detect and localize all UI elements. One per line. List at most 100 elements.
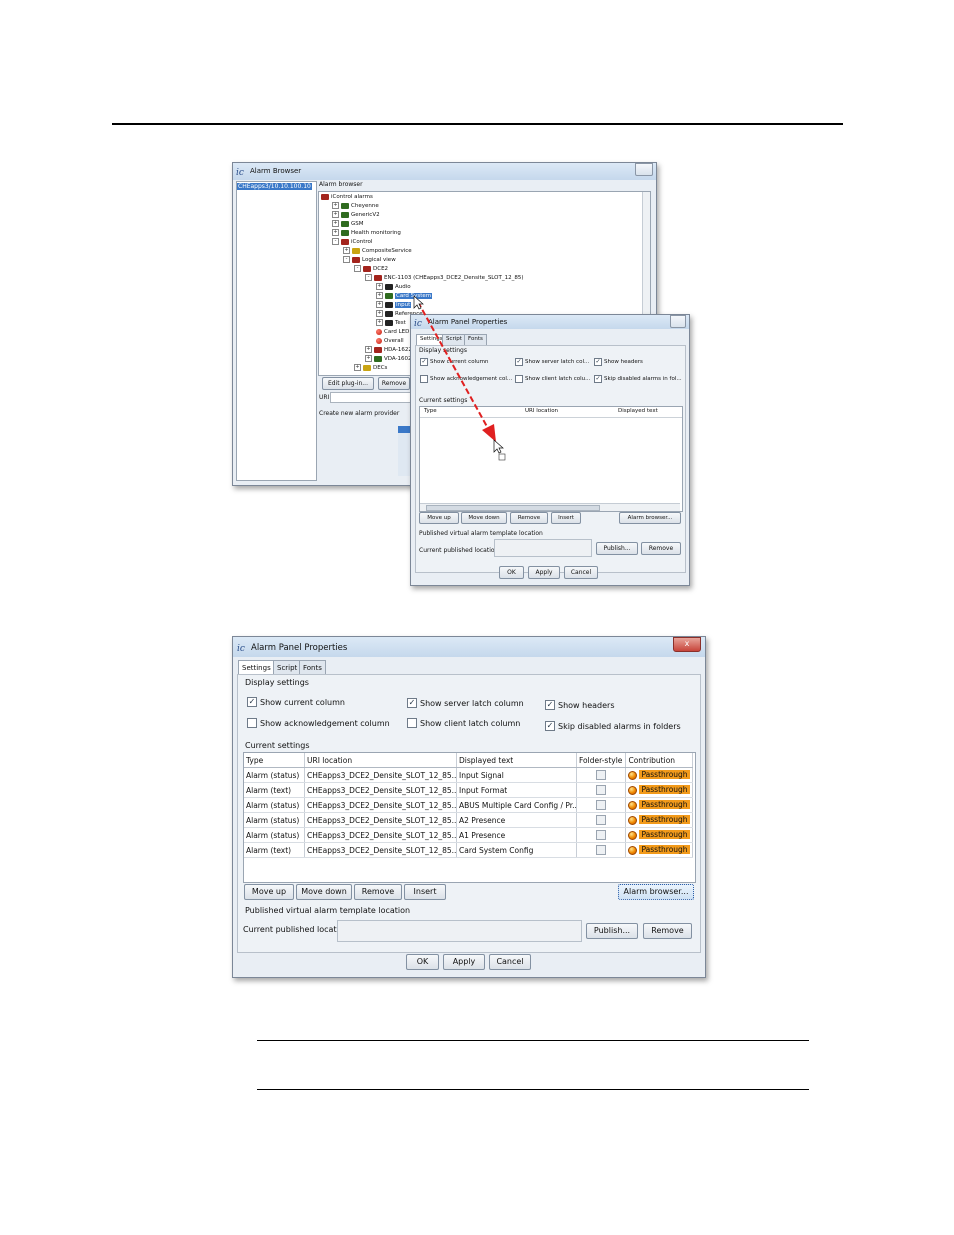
checkbox[interactable]: ✓	[545, 700, 555, 710]
publish-button[interactable]: Publish...	[586, 923, 638, 939]
tree-node[interactable]: Card LED	[376, 328, 409, 337]
tree-node[interactable]: - iControl	[332, 238, 372, 247]
display-option[interactable]: ✓ Skip disabled alarms in folders	[545, 721, 681, 731]
insert-button[interactable]: Insert	[404, 884, 446, 900]
tree-node[interactable]: + DECs	[354, 364, 387, 373]
expand-icon[interactable]: +	[343, 247, 350, 254]
remove-plugin-button[interactable]: Remove p	[378, 377, 410, 398]
move-down-button[interactable]: Move down	[296, 884, 352, 900]
checkbox[interactable]: ✓	[247, 697, 257, 707]
tree-node[interactable]: iControl alarms	[321, 193, 373, 202]
display-option[interactable]: ✓ Show headers	[594, 358, 643, 366]
tree-node[interactable]: - DCE2	[354, 265, 388, 274]
folder-style-checkbox[interactable]	[596, 830, 607, 840]
checkbox[interactable]	[407, 718, 417, 728]
collapse-icon[interactable]: -	[343, 256, 350, 263]
tree-node[interactable]: + Cheyenne	[332, 202, 379, 211]
column-header[interactable]: Folder-style	[576, 753, 627, 768]
folder-style-checkbox[interactable]	[596, 845, 607, 855]
top-remove2-button[interactable]: Remove	[641, 542, 681, 555]
display-option[interactable]: Show acknowledgement column	[247, 718, 390, 728]
folder-style-checkbox[interactable]	[596, 785, 607, 795]
uri-field[interactable]	[330, 392, 412, 403]
tree-node[interactable]: + GenericV2	[332, 211, 380, 220]
column-header[interactable]: URI location	[525, 408, 558, 414]
tree-node[interactable]: + Audio	[376, 283, 411, 292]
alarm-browser-button[interactable]: Alarm browser...	[618, 884, 694, 900]
top-move-up-button[interactable]: Move up	[419, 512, 459, 524]
top-ok-button[interactable]: OK	[499, 566, 524, 579]
expand-icon[interactable]: +	[332, 211, 339, 218]
collapse-icon[interactable]: -	[354, 265, 361, 272]
table-row[interactable]: Alarm (text) CHEapps3_DCE2_Densite_SLOT_1…	[244, 842, 693, 858]
remove-button[interactable]: Remove	[354, 884, 402, 900]
expand-icon[interactable]: +	[332, 220, 339, 227]
table-row[interactable]: Alarm (status) CHEapps3_DCE2_Densite_SLOT…	[244, 797, 693, 813]
top-insert-button[interactable]: Insert	[551, 512, 581, 524]
expand-icon[interactable]: +	[332, 229, 339, 236]
tree-node[interactable]: - Logical view	[343, 256, 396, 265]
remove-published-button[interactable]: Remove	[643, 923, 692, 939]
display-option[interactable]: ✓ Show current column	[247, 697, 345, 707]
display-option[interactable]: ✓ Show server latch column	[407, 698, 524, 708]
tab-fonts[interactable]: Fonts	[299, 660, 326, 674]
column-header[interactable]: Contribution	[625, 753, 693, 768]
display-option[interactable]: Show client latch column	[407, 718, 520, 728]
column-header[interactable]: Displayed text	[456, 753, 578, 768]
server-item[interactable]: CHEapps3/10.10.100.10	[237, 183, 312, 190]
contribution-cell[interactable]: Passthrough	[625, 827, 693, 843]
folder-style-checkbox[interactable]	[596, 770, 607, 780]
display-option[interactable]: ✓ Show server latch col...	[515, 358, 589, 366]
expand-icon[interactable]: +	[376, 319, 383, 326]
display-option[interactable]: ✓ Skip disabled alarms in fol...	[594, 375, 682, 383]
contribution-cell[interactable]: Passthrough	[625, 782, 693, 798]
expand-icon[interactable]: +	[365, 355, 372, 362]
expand-icon[interactable]: +	[332, 202, 339, 209]
tab-settings[interactable]: Settings	[238, 660, 275, 674]
tree-node[interactable]: + Health monitoring	[332, 229, 401, 238]
expand-icon[interactable]: +	[376, 292, 383, 299]
published-location-field[interactable]	[337, 920, 582, 942]
checkbox[interactable]: ✓	[545, 721, 555, 731]
apply-button[interactable]: Apply	[443, 954, 485, 970]
expand-icon[interactable]: +	[376, 283, 383, 290]
table-row[interactable]: Alarm (status) CHEapps3_DCE2_Densite_SLOT…	[244, 812, 693, 828]
top-cancel-button[interactable]: Cancel	[564, 566, 598, 579]
expand-icon[interactable]: +	[365, 346, 372, 353]
dialog-titlebar[interactable]: ic Alarm Panel Properties x	[233, 637, 705, 657]
checkbox[interactable]: ✓	[594, 375, 602, 383]
top-alarm-browser-button[interactable]: Alarm browser...	[619, 512, 681, 524]
minimize-button[interactable]	[635, 163, 653, 176]
cancel-button[interactable]: Cancel	[489, 954, 531, 970]
tree-node[interactable]: - ENC-1103 (CHEapps3_DCE2_Densite_SLOT_12…	[365, 274, 524, 283]
top-published-field[interactable]	[494, 539, 592, 557]
collapse-icon[interactable]: -	[365, 274, 372, 281]
contribution-cell[interactable]: Passthrough	[625, 812, 693, 828]
top-remove-button[interactable]: Remove	[510, 512, 548, 524]
contribution-cell[interactable]: Passthrough	[625, 842, 693, 858]
close-icon[interactable]: x	[673, 637, 701, 652]
tree-node[interactable]: Overall	[376, 337, 404, 346]
contribution-cell[interactable]: Passthrough	[625, 767, 693, 783]
contribution-cell[interactable]: Passthrough	[625, 797, 693, 813]
tree-node[interactable]: + Input	[376, 301, 412, 310]
top-publish-button[interactable]: Publish...	[596, 542, 638, 555]
folder-style-checkbox[interactable]	[596, 815, 607, 825]
move-up-button[interactable]: Move up	[244, 884, 294, 900]
close-small-button[interactable]	[670, 315, 686, 328]
table-row[interactable]: Alarm (status) CHEapps3_DCE2_Densite_SLOT…	[244, 827, 693, 843]
alarm-browser-titlebar[interactable]: ic Alarm Browser	[233, 163, 656, 180]
table-row[interactable]: Alarm (status) CHEapps3_DCE2_Densite_SLOT…	[244, 767, 693, 783]
edit-plugin-button[interactable]: Edit plug-in...	[322, 377, 374, 390]
expand-icon[interactable]: +	[376, 310, 383, 317]
expand-icon[interactable]: +	[376, 301, 383, 308]
ok-button[interactable]: OK	[406, 954, 439, 970]
top-apply-button[interactable]: Apply	[528, 566, 560, 579]
checkbox[interactable]: ✓	[594, 358, 602, 366]
collapse-icon[interactable]: -	[332, 238, 339, 245]
tree-node[interactable]: + CompositeService	[343, 247, 412, 256]
display-option[interactable]: Show client latch colu...	[515, 375, 590, 383]
checkbox[interactable]	[247, 718, 257, 728]
expand-icon[interactable]: +	[354, 364, 361, 371]
display-option[interactable]: ✓ Show headers	[545, 700, 614, 710]
